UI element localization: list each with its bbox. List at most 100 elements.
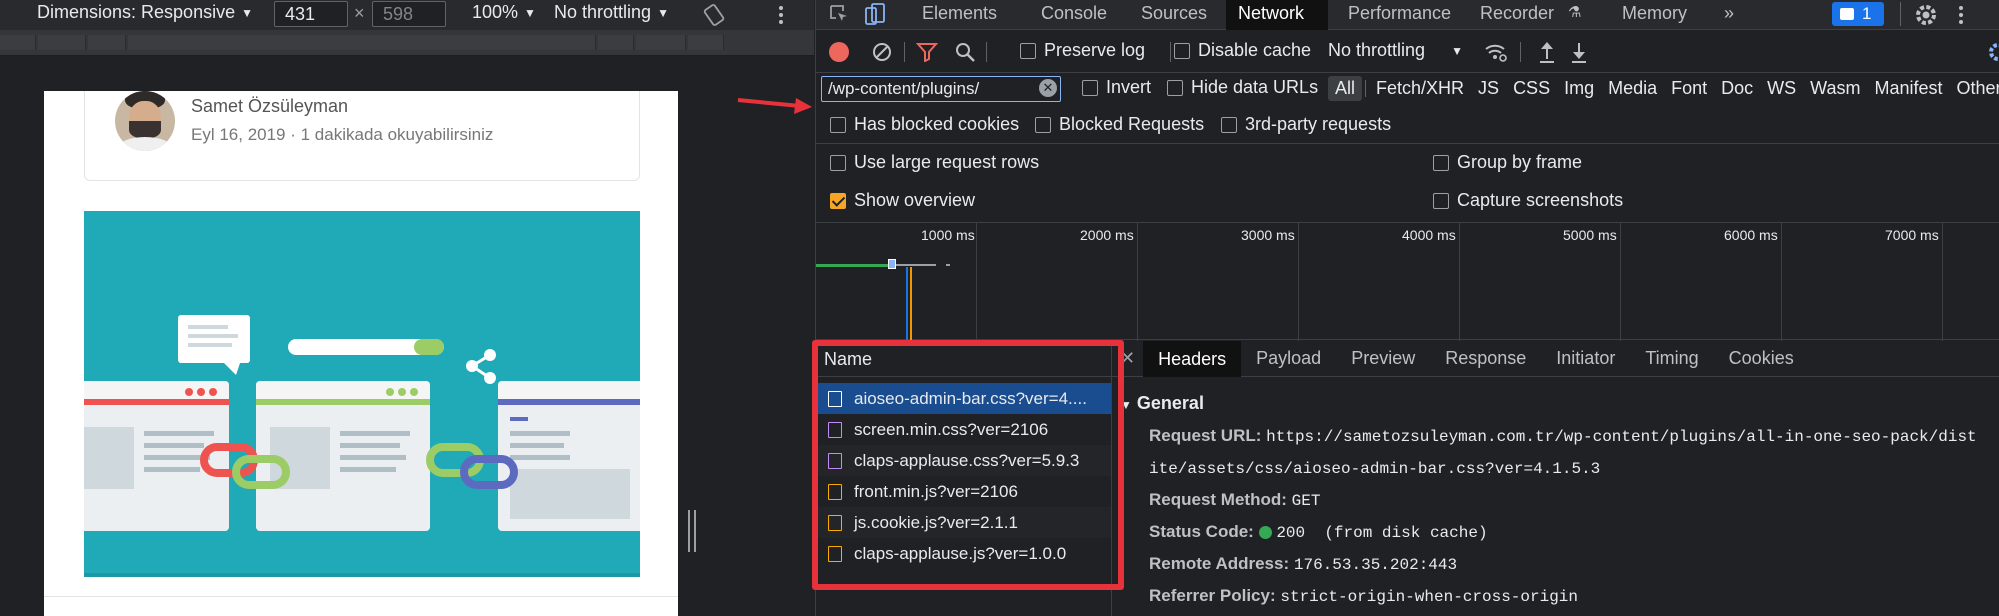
import-har-icon[interactable] <box>1538 41 1556 63</box>
request-row[interactable]: claps-applause.js?ver=1.0.0 <box>816 538 1111 569</box>
clear-icon[interactable] <box>872 42 892 62</box>
invert-label: Invert <box>1106 77 1152 97</box>
inspect-element-icon[interactable] <box>828 3 850 25</box>
times-sign: × <box>354 3 365 23</box>
request-row[interactable]: aioseo-admin-bar.css?ver=4.... <box>816 383 1111 414</box>
tab-network[interactable]: Network <box>1226 0 1328 30</box>
checkbox[interactable] <box>1433 154 1449 171</box>
request-url-label: Request URL: <box>1149 426 1262 445</box>
checkbox[interactable] <box>1167 79 1183 96</box>
checkbox[interactable] <box>1221 116 1237 133</box>
checkbox[interactable] <box>830 116 846 133</box>
type-filter-fetch-xhr[interactable]: Fetch/XHR <box>1369 76 1471 101</box>
height-input[interactable]: 598 <box>372 1 446 27</box>
export-har-icon[interactable] <box>1570 41 1588 63</box>
general-title: General <box>1136 393 1204 413</box>
issues-badge[interactable]: 1 <box>1832 2 1884 26</box>
tab-initiator[interactable]: Initiator <box>1541 348 1630 369</box>
hide-data-urls-checkbox[interactable]: Hide data URLs <box>1167 77 1318 98</box>
tab-response[interactable]: Response <box>1430 348 1541 369</box>
gear-icon[interactable] <box>1914 3 1938 27</box>
checkbox[interactable] <box>1174 42 1190 59</box>
type-filter-js[interactable]: JS <box>1471 76 1506 101</box>
media-query-bar[interactable] <box>0 30 814 56</box>
checkbox-checked[interactable] <box>830 192 846 209</box>
type-filter-ws[interactable]: WS <box>1760 76 1803 101</box>
css-file-icon <box>828 452 842 469</box>
third-party-checkbox[interactable]: 3rd-party requests <box>1221 114 1391 135</box>
network-conditions-icon[interactable] <box>1484 41 1508 63</box>
tab-headers[interactable]: Headers <box>1143 340 1242 377</box>
tab-performance[interactable]: Performance <box>1336 0 1463 30</box>
settings-icon[interactable] <box>1988 42 1999 62</box>
filter-bar: /wp-content/plugins/ ✕ Invert Hide data … <box>816 72 1999 104</box>
type-filter-manifest[interactable]: Manifest <box>1868 76 1950 101</box>
filter-input[interactable]: /wp-content/plugins/ <box>821 76 1061 102</box>
tab-preview[interactable]: Preview <box>1336 348 1430 369</box>
tab-payload[interactable]: Payload <box>1241 348 1336 369</box>
request-row[interactable]: front.min.js?ver=2106 <box>816 476 1111 507</box>
third-party-label: 3rd-party requests <box>1245 114 1392 134</box>
disable-cache-checkbox[interactable]: Disable cache <box>1174 40 1311 61</box>
type-filter-wasm[interactable]: Wasm <box>1803 76 1867 101</box>
type-filter-css[interactable]: CSS <box>1506 76 1557 101</box>
request-url-row: Request URL: https://sametozsuleyman.com… <box>1149 426 1977 446</box>
checkbox[interactable] <box>1082 79 1098 96</box>
request-name: screen.min.css?ver=2106 <box>854 419 1049 439</box>
type-filter-all[interactable]: All <box>1328 76 1363 101</box>
type-filter-img[interactable]: Img <box>1557 76 1601 101</box>
resize-handle[interactable] <box>688 510 698 552</box>
preserve-log-checkbox[interactable]: Preserve log <box>1020 40 1145 61</box>
type-filter-other[interactable]: Other <box>1950 76 1999 101</box>
record-button[interactable] <box>829 42 849 62</box>
request-row[interactable]: claps-applause.css?ver=5.9.3 <box>816 445 1111 476</box>
checkbox[interactable] <box>830 154 846 171</box>
throttling-dropdown[interactable]: No throttling ▼ <box>554 2 669 23</box>
group-by-frame-checkbox[interactable]: Group by frame <box>1433 152 1582 173</box>
requests-area: Name aioseo-admin-bar.css?ver=4.... scre… <box>816 340 1999 616</box>
throttling-label: No throttling <box>1328 40 1426 60</box>
rotate-icon[interactable] <box>702 3 726 27</box>
zoom-dropdown[interactable]: 100% ▼ <box>472 2 536 23</box>
author-name[interactable]: Samet Özsüleyman <box>191 96 348 117</box>
show-overview-checkbox[interactable]: Show overview <box>830 190 975 211</box>
network-throttling-dropdown[interactable]: No throttling ▼ <box>1328 40 1463 61</box>
type-filter-doc[interactable]: Doc <box>1714 76 1760 101</box>
blocked-requests-checkbox[interactable]: Blocked Requests <box>1035 114 1204 135</box>
name-column-header[interactable]: Name <box>816 341 1111 377</box>
width-input[interactable]: 431 <box>274 1 348 27</box>
remote-address-row: Remote Address: 176.53.35.202:443 <box>1149 554 1457 574</box>
network-overview[interactable]: 1000 ms 2000 ms 3000 ms 4000 ms 5000 ms … <box>816 222 1999 341</box>
general-section-toggle[interactable]: ▼ General <box>1120 393 1204 414</box>
tab-sources[interactable]: Sources <box>1129 0 1219 30</box>
type-filter-media[interactable]: Media <box>1601 76 1664 101</box>
checkbox[interactable] <box>1433 192 1449 209</box>
red-arrow-annotation <box>737 98 812 114</box>
large-rows-checkbox[interactable]: Use large request rows <box>830 152 1039 173</box>
tab-console[interactable]: Console <box>1029 0 1119 30</box>
tab-cookies[interactable]: Cookies <box>1714 348 1809 369</box>
more-options-icon[interactable] <box>776 4 786 26</box>
tab-elements[interactable]: Elements <box>910 0 1009 30</box>
request-row[interactable]: js.cookie.js?ver=2.1.1 <box>816 507 1111 538</box>
page-viewport: Samet Özsüleyman Eyl 16, 2019 · 1 dakika… <box>44 91 678 616</box>
invert-checkbox[interactable]: Invert <box>1082 77 1151 98</box>
tab-memory[interactable]: Memory <box>1610 0 1699 30</box>
filter-icon[interactable] <box>916 42 938 62</box>
tick-6000ms: 6000 ms <box>1724 227 1778 243</box>
more-tabs-button[interactable]: » <box>1712 0 1746 30</box>
device-toolbar-icon[interactable] <box>864 2 888 26</box>
checkbox[interactable] <box>1035 116 1051 133</box>
more-options-icon[interactable] <box>1956 4 1966 26</box>
tab-timing[interactable]: Timing <box>1630 348 1713 369</box>
has-blocked-cookies-checkbox[interactable]: Has blocked cookies <box>830 114 1019 135</box>
tab-recorder[interactable]: Recorder <box>1468 0 1566 30</box>
search-icon[interactable] <box>954 41 976 63</box>
checkbox[interactable] <box>1020 42 1036 59</box>
clear-filter-icon[interactable]: ✕ <box>1039 79 1057 97</box>
close-icon[interactable]: ✕ <box>1112 348 1143 369</box>
request-row[interactable]: screen.min.css?ver=2106 <box>816 414 1111 445</box>
dimensions-dropdown[interactable]: Dimensions: Responsive ▼ <box>37 2 253 23</box>
type-filter-font[interactable]: Font <box>1664 76 1714 101</box>
capture-screenshots-checkbox[interactable]: Capture screenshots <box>1433 190 1623 211</box>
